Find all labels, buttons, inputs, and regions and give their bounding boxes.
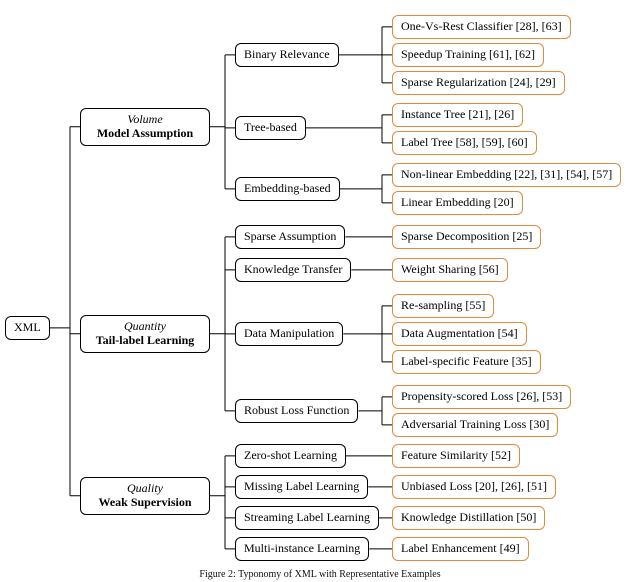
leaf-instance-tree: Instance Tree [21], [26] [392,103,523,127]
leaf-knowledge-distill: Knowledge Distillation [50] [392,506,545,530]
leaf-label: Label Enhancement [49] [401,541,520,555]
leaf-label: Label-specific Feature [35] [401,354,532,368]
sub-label: Sparse Assumption [244,229,336,243]
root-label: XML [14,320,41,334]
sub-binary-relevance: Binary Relevance [235,43,339,67]
leaf-data-aug: Data Augmentation [54] [392,322,527,346]
leaf-label: Propensity-scored Loss [26], [53] [401,389,562,403]
leaf-sparse-decomp: Sparse Decomposition [25] [392,225,541,249]
leaf-label: Re-sampling [55] [401,298,485,312]
sub-label: Knowledge Transfer [244,262,342,276]
leaf-resampling: Re-sampling [55] [392,294,494,318]
leaf-label: Instance Tree [21], [26] [401,107,514,121]
sub-embedding-based: Embedding-based [235,177,340,201]
sub-label: Embedding-based [244,181,331,195]
leaf-label: Adversarial Training Loss [30] [401,417,549,431]
leaf-label-spec-feat: Label-specific Feature [35] [392,350,541,374]
sub-robust-loss-function: Robust Loss Function [235,399,358,423]
sub-label: Robust Loss Function [244,403,349,417]
leaf-label: Non-linear Embedding [22], [31], [54], [… [401,167,612,181]
leaf-label: Knowledge Distillation [50] [401,510,536,524]
leaf-label: Feature Similarity [52] [401,448,511,462]
cat-italic: Quality [89,482,201,496]
sub-label: Streaming Label Learning [244,510,370,524]
sub-label: Multi-instance Learning [244,541,360,555]
category-quality: Quality Weak Supervision [80,477,210,515]
sub-data-manipulation: Data Manipulation [235,322,343,346]
leaf-unbiased-loss: Unbiased Loss [20], [26], [51] [392,475,556,499]
leaf-label: Linear Embedding [20] [401,195,514,209]
leaf-nonlinear-emb: Non-linear Embedding [22], [31], [54], [… [392,163,621,187]
cat-italic: Volume [89,113,201,127]
category-volume: Volume Model Assumption [80,108,210,146]
sub-label: Binary Relevance [244,47,330,61]
leaf-feat-similarity: Feature Similarity [52] [392,444,520,468]
tree-canvas: { "caption": "Figure 2: Typonomy of XML … [0,0,640,582]
sub-missing-label-learning: Missing Label Learning [235,475,368,499]
sub-multi-instance-learning: Multi-instance Learning [235,537,369,561]
leaf-label: Sparse Decomposition [25] [401,229,532,243]
sub-knowledge-transfer: Knowledge Transfer [235,258,351,282]
sub-label: Data Manipulation [244,326,334,340]
sub-label: Tree-based [244,120,297,134]
leaf-sparse-reg: Sparse Regularization [24], [29] [392,71,565,95]
leaf-label: Speedup Training [61], [62] [401,47,535,61]
leaf-label: Label Tree [58], [59], [60] [401,135,528,149]
sub-label: Missing Label Learning [244,479,359,493]
cat-bold: Model Assumption [89,127,201,141]
leaf-label-tree: Label Tree [58], [59], [60] [392,131,537,155]
figure-caption: Figure 2: Typonomy of XML with Represent… [0,569,640,580]
cat-bold: Weak Supervision [89,496,201,510]
leaf-adversarial-loss: Adversarial Training Loss [30] [392,413,558,437]
leaf-label-enhancement: Label Enhancement [49] [392,537,529,561]
leaf-linear-emb: Linear Embedding [20] [392,191,523,215]
sub-tree-based: Tree-based [235,116,306,140]
leaf-label: Weight Sharing [56] [401,262,499,276]
leaf-label: Unbiased Loss [20], [26], [51] [401,479,547,493]
leaf-propensity-loss: Propensity-scored Loss [26], [53] [392,385,571,409]
leaf-weight-sharing: Weight Sharing [56] [392,258,508,282]
leaf-one-vs-rest: One-Vs-Rest Classifier [28], [63] [392,15,571,39]
cat-italic: Quantity [89,320,201,334]
leaf-speedup-training: Speedup Training [61], [62] [392,43,544,67]
leaf-label: Data Augmentation [54] [401,326,518,340]
sub-zero-shot-learning: Zero-shot Learning [235,444,346,468]
root-node: XML [5,316,50,340]
leaf-label: Sparse Regularization [24], [29] [401,75,556,89]
leaf-label: One-Vs-Rest Classifier [28], [63] [401,19,562,33]
sub-streaming-label-learning: Streaming Label Learning [235,506,379,530]
category-quantity: Quantity Tail-label Learning [80,315,210,353]
sub-label: Zero-shot Learning [244,448,337,462]
sub-sparse-assumption: Sparse Assumption [235,225,345,249]
cat-bold: Tail-label Learning [89,334,201,348]
